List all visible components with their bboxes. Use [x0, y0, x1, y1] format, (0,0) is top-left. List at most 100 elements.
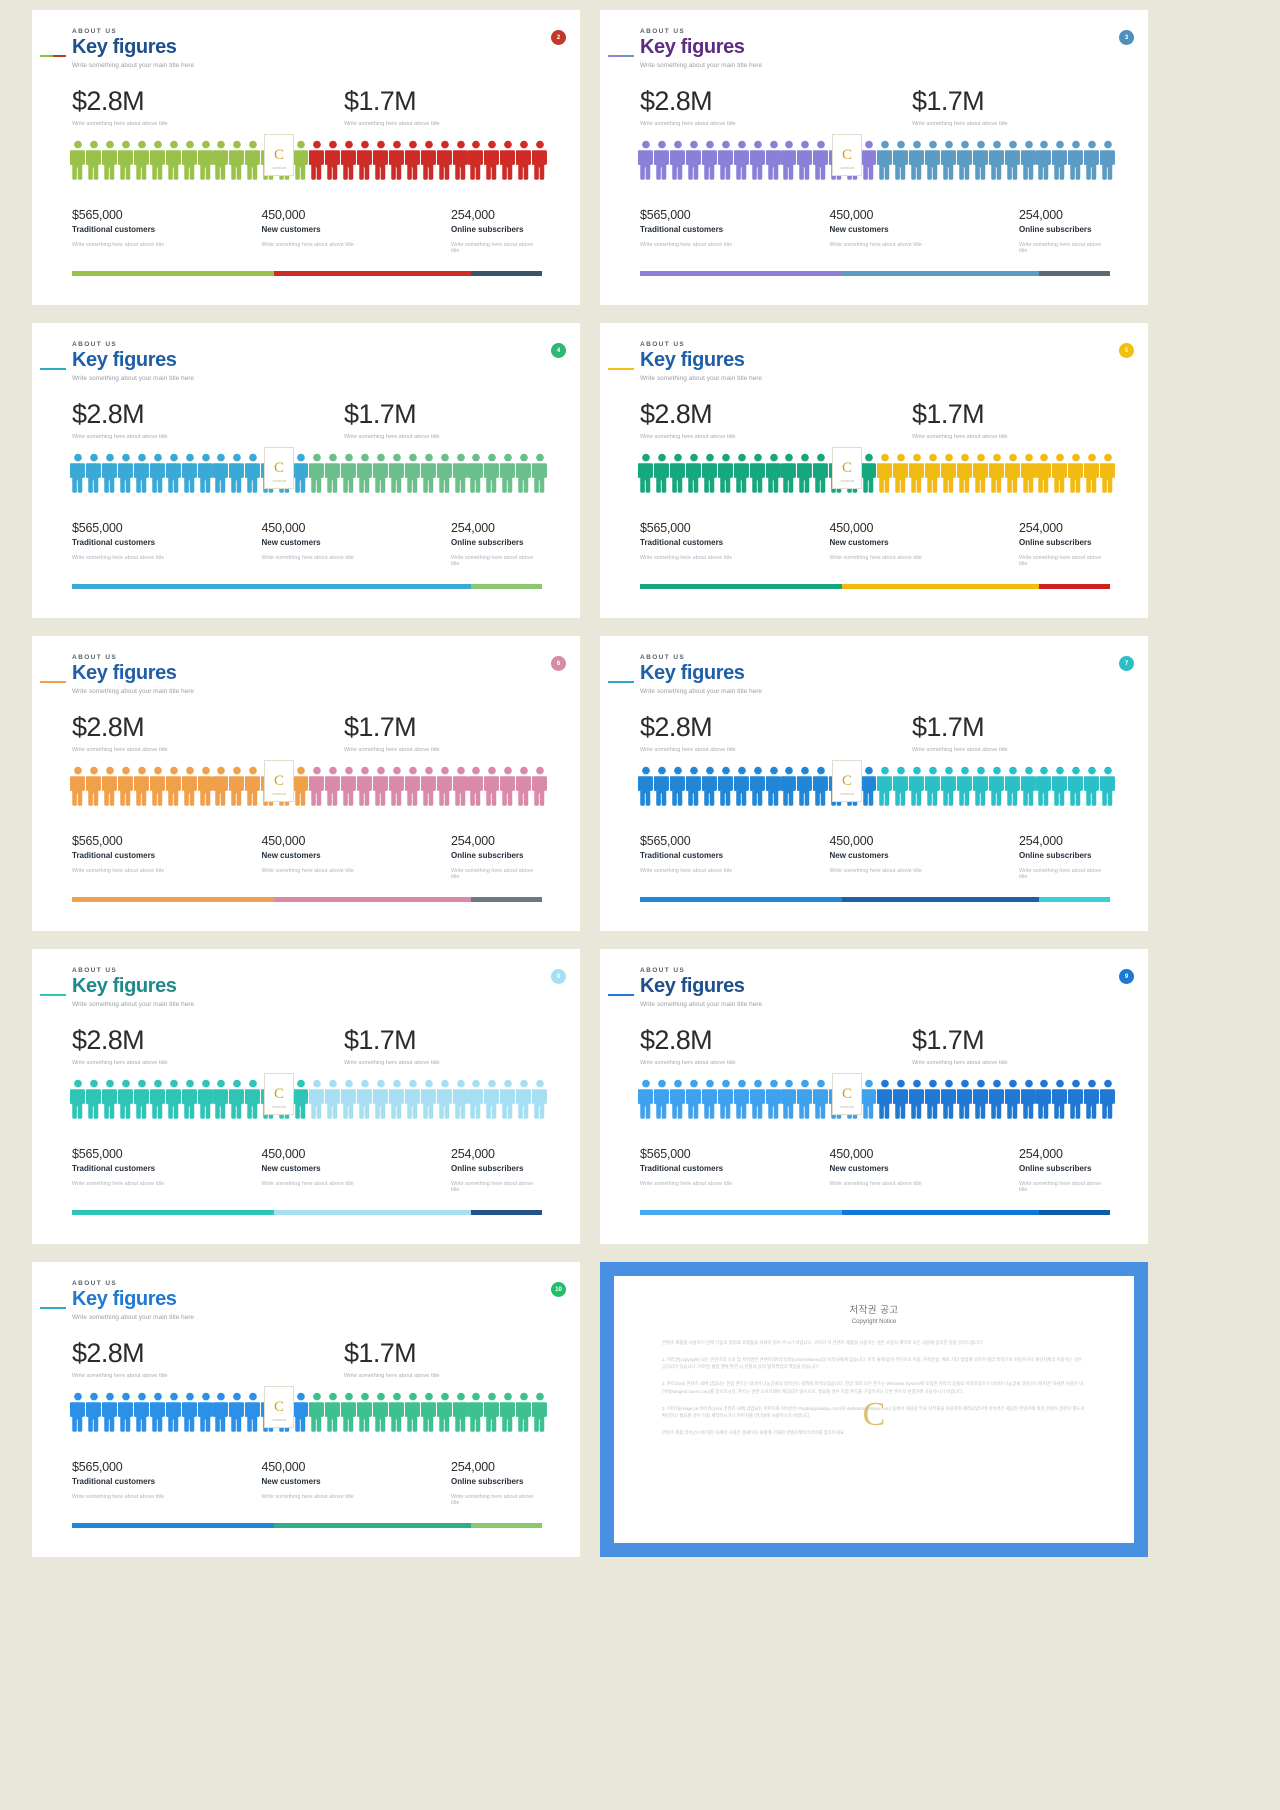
- person-icon: [228, 1392, 245, 1432]
- status-badge[interactable]: 7: [1119, 656, 1134, 671]
- person-icon: [85, 1079, 102, 1119]
- pictograph: [637, 764, 1116, 806]
- stat-value: 254,000: [451, 521, 495, 535]
- slide-8[interactable]: ABOUT US Key figures Write something about…: [32, 949, 580, 1244]
- stat-label: Traditional customers: [72, 1164, 156, 1173]
- person-icon: [181, 453, 198, 493]
- big-figure: $1.7M Write something here about above ti…: [344, 1340, 440, 1380]
- slide-10[interactable]: ABOUT US Key figures Write something about…: [32, 1262, 580, 1557]
- slide-7[interactable]: ABOUT US Key figures Write something about…: [600, 636, 1148, 931]
- slide-copyright-notice[interactable]: 저작권 공고 Copyright Notice 콘텐츠 제품을 사용하기 전에 다음…: [600, 1262, 1148, 1557]
- slide-2[interactable]: ABOUT US Key figures Write something about…: [32, 10, 580, 305]
- status-badge[interactable]: 8: [551, 969, 566, 984]
- person-icon: [924, 766, 941, 806]
- stat-label: Online subscribers: [451, 851, 524, 860]
- person-icon: [685, 766, 702, 806]
- person-icon: [452, 140, 469, 180]
- copyright-subtitle: Copyright Notice: [851, 1319, 897, 1325]
- person-icon: [515, 1392, 532, 1432]
- page-subtitle: Write something about your main title he…: [72, 1001, 194, 1008]
- person-icon: [1099, 453, 1116, 493]
- person-icon: [1051, 453, 1068, 493]
- page-subtitle: Write something about your main title he…: [72, 688, 194, 695]
- stat-note: Write something here about above title: [261, 1181, 354, 1187]
- slide-9[interactable]: ABOUT US Key figures Write something about…: [600, 949, 1148, 1244]
- status-badge[interactable]: 2: [551, 30, 566, 45]
- person-icon: [292, 766, 309, 806]
- big-figure: $1.7M Write something here about above ti…: [344, 1027, 440, 1067]
- person-icon: [292, 1079, 309, 1119]
- person-icon: [924, 453, 941, 493]
- slide-header: ABOUT US Key figures Write something about…: [640, 28, 762, 69]
- person-icon: [780, 453, 797, 493]
- pictograph: [69, 138, 548, 180]
- person-icon: [908, 1079, 925, 1119]
- status-badge[interactable]: 9: [1119, 969, 1134, 984]
- person-icon: [467, 766, 484, 806]
- big-figure-caption: Write something here about above title: [72, 1373, 168, 1379]
- progress-segment: [640, 584, 843, 589]
- person-icon: [956, 766, 973, 806]
- progress-segment: [72, 1210, 275, 1215]
- person-icon: [860, 766, 877, 806]
- person-icon: [101, 1079, 118, 1119]
- person-icon: [101, 766, 118, 806]
- person-icon: [340, 453, 357, 493]
- slide-header: ABOUT US Key figures Write something about…: [640, 967, 762, 1008]
- page-title: Key figures: [72, 975, 177, 997]
- person-icon: [1020, 140, 1037, 180]
- person-icon: [197, 766, 214, 806]
- slide-5[interactable]: ABOUT US Key figures Write something about…: [600, 323, 1148, 618]
- person-icon: [1020, 453, 1037, 493]
- status-badge[interactable]: 10: [551, 1282, 566, 1297]
- big-figure: $1.7M Write something here about above ti…: [344, 86, 440, 128]
- stat-value: $565,000: [72, 1147, 123, 1161]
- person-icon: [717, 140, 734, 180]
- stat-note: Write something here about above title: [829, 242, 922, 248]
- person-icon: [165, 1079, 182, 1119]
- stat-note: Write something here about above title: [451, 1494, 534, 1506]
- person-icon: [956, 453, 973, 493]
- big-figure: $2.8M Write something here about above ti…: [72, 1027, 168, 1067]
- person-icon: [117, 1392, 134, 1432]
- person-icon: [1051, 140, 1068, 180]
- big-figure-value: $1.7M: [344, 86, 417, 116]
- person-icon: [85, 1392, 102, 1432]
- person-icon: [940, 453, 957, 493]
- status-badge[interactable]: 4: [551, 343, 566, 358]
- stat-label: Online subscribers: [1019, 1164, 1092, 1173]
- stat-note: Write something here about above title: [451, 242, 534, 254]
- status-badge[interactable]: 3: [1119, 30, 1134, 45]
- person-icon: [452, 766, 469, 806]
- progress-bar: [72, 584, 542, 589]
- stat-block: 450,000 New customers Write something here…: [830, 834, 1020, 880]
- person-icon: [212, 453, 229, 493]
- person-icon: [780, 140, 797, 180]
- person-icon: [860, 1079, 877, 1119]
- big-figure-value: $2.8M: [640, 712, 713, 742]
- stat-label: Traditional customers: [72, 225, 156, 234]
- person-icon: [308, 1392, 325, 1432]
- person-icon: [972, 766, 989, 806]
- status-badge[interactable]: 5: [1119, 343, 1134, 358]
- person-icon: [452, 1392, 469, 1432]
- person-icon: [165, 453, 182, 493]
- slide-3[interactable]: ABOUT US Key figures Write something about…: [600, 10, 1148, 305]
- person-icon: [101, 453, 118, 493]
- person-icon: [1099, 766, 1116, 806]
- person-icon: [483, 766, 500, 806]
- slide-4[interactable]: ABOUT US Key figures Write something about…: [32, 323, 580, 618]
- progress-segment: [72, 271, 275, 276]
- person-icon: [796, 140, 813, 180]
- person-icon: [531, 453, 548, 493]
- slide-6[interactable]: ABOUT US Key figures Write something about…: [32, 636, 580, 931]
- progress-segment: [1039, 1210, 1110, 1215]
- person-icon: [149, 1079, 166, 1119]
- person-icon: [372, 140, 389, 180]
- page-title: Key figures: [72, 1288, 177, 1310]
- status-badge[interactable]: 6: [551, 656, 566, 671]
- person-icon: [133, 1392, 150, 1432]
- stats-row: $565,000 Traditional customers Write somet…: [72, 834, 542, 880]
- person-icon: [531, 1079, 548, 1119]
- stat-value: $565,000: [72, 834, 123, 848]
